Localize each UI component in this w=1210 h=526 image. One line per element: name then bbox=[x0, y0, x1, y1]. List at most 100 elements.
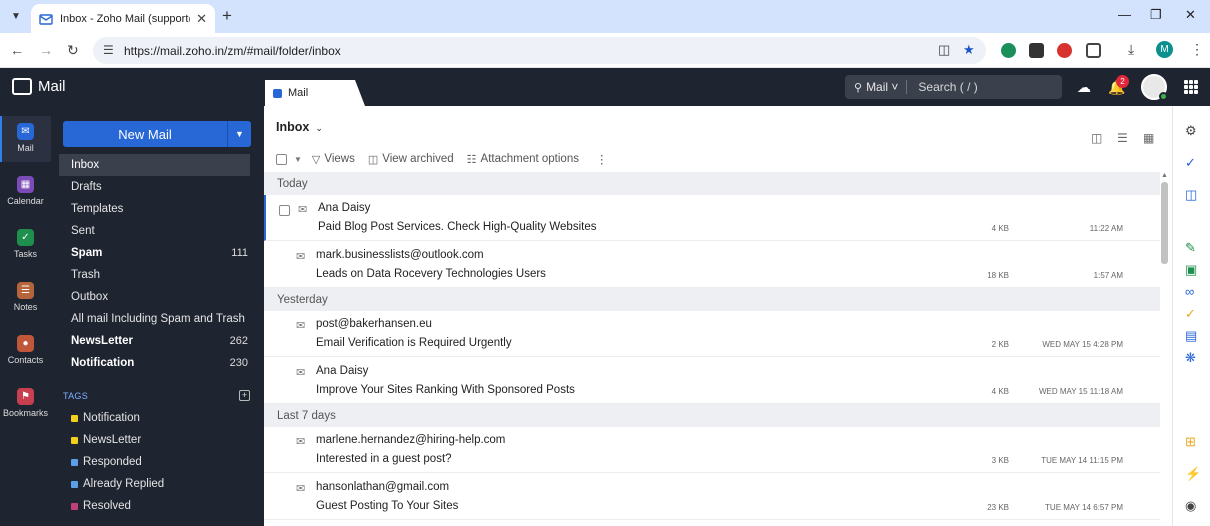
views-button[interactable]: ▽ Views bbox=[312, 153, 355, 166]
rail-item-contacts[interactable]: ● Contacts bbox=[0, 335, 51, 365]
minimize-icon[interactable]: — bbox=[1118, 7, 1131, 22]
right-rail: ⚙ ✓ ◫ ✎ ▣ ∞ ✓ ▤ ❋ ⊞ ⚡ ◉ bbox=[1172, 106, 1210, 526]
tag-newsletter[interactable]: NewsLetter bbox=[71, 434, 141, 446]
address-bar: ← → ↻ ☰ https://mail.zoho.in/zm/#mail/fo… bbox=[0, 33, 1210, 68]
search-bar[interactable]: ⚲ Mail ˅ Search ( / ) bbox=[845, 75, 1062, 99]
folder-sent[interactable]: Sent bbox=[59, 220, 250, 242]
folder-inbox[interactable]: Inbox bbox=[59, 154, 250, 176]
tag-resolved[interactable]: Resolved bbox=[71, 500, 131, 512]
streams-icon[interactable]: ✓ bbox=[1185, 155, 1196, 171]
maximize-icon[interactable]: ❐ bbox=[1150, 7, 1162, 23]
tag-responded[interactable]: Responded bbox=[71, 456, 142, 468]
new-tab-icon[interactable]: + bbox=[222, 6, 232, 26]
add-widget-icon[interactable]: ⊞ bbox=[1185, 434, 1196, 450]
search-input[interactable]: Search ( / ) bbox=[918, 80, 977, 94]
rail-item-label: Tasks bbox=[13, 249, 37, 259]
folder-trash[interactable]: Trash bbox=[59, 264, 250, 286]
scrollbar-thumb[interactable] bbox=[1161, 182, 1168, 264]
app-header: Mail Mail ⚲ Mail ˅ Search ( / ) ☁ 🔔 2 bbox=[0, 68, 1210, 106]
quick-actions-bolt-icon[interactable]: ⚡ bbox=[1185, 466, 1201, 482]
attachment-options-button[interactable]: ☷ Attachment options bbox=[467, 153, 579, 166]
folder-all-mail[interactable]: All mail Including Spam and Trash bbox=[59, 308, 250, 330]
cloud-sync-icon[interactable]: ☁ bbox=[1077, 79, 1091, 96]
user-avatar[interactable] bbox=[1141, 74, 1168, 101]
list-scrollbar[interactable]: ▲ bbox=[1159, 172, 1169, 526]
extensions-puzzle-icon[interactable] bbox=[1086, 43, 1101, 58]
close-window-icon[interactable]: ✕ bbox=[1185, 7, 1196, 23]
folder-spam[interactable]: Spam 111 bbox=[59, 242, 250, 264]
add-tag-icon[interactable]: + bbox=[239, 390, 250, 401]
new-mail-label[interactable]: New Mail bbox=[63, 127, 227, 142]
folder-notification[interactable]: Notification 230 bbox=[59, 352, 250, 374]
new-mail-button[interactable]: New Mail ▼ bbox=[63, 121, 251, 147]
mail-extension-icon[interactable] bbox=[1029, 43, 1044, 58]
new-mail-dropdown-icon[interactable]: ▼ bbox=[227, 121, 251, 147]
mail-row[interactable]: ✉ hansonlathan@gmail.com Guest Posting T… bbox=[264, 474, 1160, 520]
browser-tab[interactable]: Inbox - Zoho Mail (support@ad ✕ bbox=[31, 4, 215, 33]
assistant-bot-icon[interactable]: ◉ bbox=[1185, 498, 1196, 514]
folder-title[interactable]: Inbox ⌄ bbox=[276, 120, 323, 134]
scroll-up-icon[interactable]: ▲ bbox=[1161, 172, 1168, 179]
integration-doc-icon[interactable]: ▣ bbox=[1185, 262, 1197, 278]
mail-row[interactable]: ✉ marlene.hernandez@hiring-help.com Inte… bbox=[264, 427, 1160, 473]
more-options-icon[interactable]: ⋮ bbox=[596, 152, 608, 166]
site-info-icon[interactable]: ☰ bbox=[103, 43, 114, 57]
integration-pen-icon[interactable]: ✎ bbox=[1185, 240, 1196, 256]
browser-profile-avatar[interactable]: M bbox=[1156, 41, 1173, 58]
contacts-icon: ● bbox=[17, 335, 34, 352]
rail-item-mail[interactable]: ✉ Mail bbox=[0, 116, 51, 162]
mail-row[interactable]: ✉ post@bakerhansen.eu Email Verification… bbox=[264, 311, 1160, 357]
mail-checkbox[interactable] bbox=[279, 205, 290, 216]
url-text[interactable]: https://mail.zoho.in/zm/#mail/folder/inb… bbox=[124, 44, 341, 58]
tag-color-swatch bbox=[71, 502, 78, 510]
forward-icon[interactable]: → bbox=[39, 42, 53, 58]
select-dropdown-icon[interactable]: ▼ bbox=[294, 155, 302, 164]
grammarly-extension-icon[interactable] bbox=[1001, 43, 1016, 58]
tag-notification[interactable]: Notification bbox=[71, 412, 140, 424]
mail-row[interactable]: ✉ mark.businesslists@outlook.com Leads o… bbox=[264, 242, 1160, 288]
rail-item-calendar[interactable]: ▦ Calendar bbox=[0, 176, 51, 206]
reload-icon[interactable]: ↻ bbox=[67, 42, 79, 59]
tab-close-icon[interactable]: ✕ bbox=[196, 11, 207, 27]
tab-search-chevron-icon[interactable]: ▼ bbox=[5, 6, 27, 26]
semrush-extension-icon[interactable] bbox=[1057, 43, 1072, 58]
url-omnibox[interactable]: ☰ https://mail.zoho.in/zm/#mail/folder/i… bbox=[93, 37, 986, 64]
settings-gear-icon[interactable]: ⚙ bbox=[1185, 123, 1197, 139]
bookmark-star-icon[interactable]: ★ bbox=[963, 42, 975, 58]
integration-chart-icon[interactable]: ▤ bbox=[1185, 328, 1197, 344]
mail-row[interactable]: ✉ Ana Daisy Improve Your Sites Ranking W… bbox=[264, 358, 1160, 404]
folder-drafts[interactable]: Drafts bbox=[59, 176, 250, 198]
folder-newsletter[interactable]: NewsLetter 262 bbox=[59, 330, 250, 352]
browser-menu-icon[interactable]: ⋮ bbox=[1190, 41, 1204, 58]
view-archived-button[interactable]: ◫ View archived bbox=[368, 153, 454, 166]
mail-time: TUE MAY 14 6:57 PM bbox=[1045, 503, 1123, 512]
install-app-icon[interactable]: ◫ bbox=[938, 42, 950, 58]
integration-gear-icon[interactable]: ❋ bbox=[1185, 350, 1196, 366]
list-toolbar: ▼ ▽ Views ◫ View archived ☷ Attachment opti… bbox=[276, 151, 620, 167]
list-view-icon[interactable]: ☰ bbox=[1117, 131, 1128, 145]
rail-item-notes[interactable]: ☰ Notes bbox=[0, 282, 51, 312]
integration-check-icon[interactable]: ✓ bbox=[1185, 306, 1196, 322]
download-icon[interactable]: ⤓ bbox=[1128, 41, 1134, 58]
column-view-icon[interactable]: ▦ bbox=[1143, 131, 1154, 145]
back-icon[interactable]: ← bbox=[10, 42, 24, 58]
mail-row[interactable]: ✉ Ana Daisy Paid Blog Post Services. Che… bbox=[264, 195, 1160, 241]
folder-templates[interactable]: Templates bbox=[59, 198, 250, 220]
search-scope-dropdown[interactable]: Mail ˅ bbox=[866, 80, 908, 94]
unread-count: 262 bbox=[229, 335, 248, 347]
tab-mail[interactable]: Mail bbox=[265, 80, 365, 106]
app-grid-icon[interactable] bbox=[1184, 80, 1198, 94]
rail-item-tasks[interactable]: ✓ Tasks bbox=[0, 229, 51, 259]
rail-item-bookmarks[interactable]: ⚑ Bookmarks bbox=[0, 388, 51, 418]
mail-sender: Ana Daisy bbox=[316, 365, 369, 377]
group-header-last-7-days: Last 7 days bbox=[264, 404, 1160, 427]
folder-outbox[interactable]: Outbox bbox=[59, 286, 250, 308]
brand[interactable]: Mail bbox=[12, 78, 66, 95]
notification-count-badge: 2 bbox=[1116, 75, 1129, 88]
widgets-icon[interactable]: ◫ bbox=[1185, 187, 1197, 203]
select-all-checkbox[interactable] bbox=[276, 153, 287, 165]
folder-title-chevron-icon[interactable]: ⌄ bbox=[315, 123, 323, 133]
compact-view-icon[interactable]: ◫ bbox=[1091, 131, 1102, 145]
tag-already-replied[interactable]: Already Replied bbox=[71, 478, 164, 490]
integration-link-icon[interactable]: ∞ bbox=[1185, 284, 1194, 299]
